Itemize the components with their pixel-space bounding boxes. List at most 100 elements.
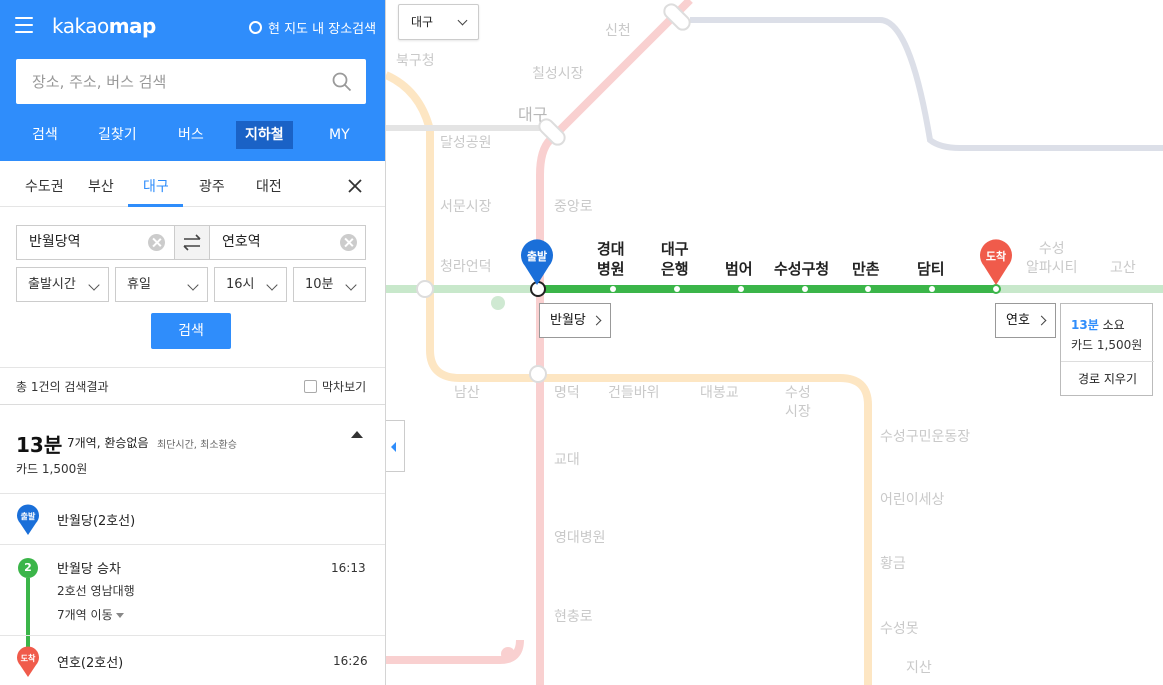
map-station-label: 수성구민운동장 [880,429,971,445]
subway-lines [386,0,1163,685]
end-pin-icon: 도착 [17,646,39,677]
region-tab-gwangju[interactable]: 광주 [199,176,225,196]
active-tab-indicator [128,204,183,207]
map-station-label: 황금 [880,556,906,572]
chevron-right-icon [1036,315,1047,326]
region-tab-daegu[interactable]: 대구 [143,176,169,196]
last-train-label: 막차보기 [322,380,367,394]
region-tab-daejeon[interactable]: 대전 [256,176,282,196]
search-input[interactable] [16,59,316,104]
route-station-label: 수성구청 [774,260,830,278]
start-station-button[interactable]: 반월당 [539,303,611,338]
map-station-label: 고산 [1110,260,1136,276]
chevron-down-icon [345,279,357,291]
subway-map[interactable]: 북구청 신천 칠성시장 대구 달성공원 서문시장 중앙로 청라언덕 수성 알파시… [386,0,1163,685]
sidebar-collapse-toggle[interactable] [386,420,405,472]
map-station-label: 대구 [518,105,548,124]
region-tab-busan[interactable]: 부산 [88,176,114,196]
route-station-label: 경대 병원 [597,240,625,278]
route-info-time: 13분 소요 [1071,318,1125,332]
collapse-icon[interactable] [351,431,363,438]
end-station: 연호(2호선) [57,656,124,671]
map-station-label: 현충로 [554,609,593,625]
local-search-toggle[interactable]: 현 지도 내 장소검색 [249,18,376,37]
map-region-select[interactable]: 대구 [398,4,479,40]
tab-subway[interactable]: 지하철 [236,121,293,149]
divider [0,493,385,494]
svg-text:도착: 도착 [986,249,1006,263]
board-station: 반월당 승차 [57,562,121,577]
clear-route-button[interactable]: 경로 지우기 [1061,362,1154,396]
result-count: 총 1건의 검색결과 [16,380,109,394]
line-direction: 2호선 영남대행 [57,584,135,598]
logo[interactable]: kakaomap [52,14,156,38]
search-icon[interactable] [332,72,352,92]
search-box [16,59,366,104]
tab-search[interactable]: 검색 [32,121,58,149]
map-station-label: 영대병원 [554,530,606,546]
route-station-label: 대구 은행 [661,240,689,278]
start-marker-icon: 출발 [521,239,553,285]
tab-my[interactable]: MY [329,121,350,149]
sidebar: kakaomap 현 지도 내 장소검색 검색 길찾기 버스 지하철 MY 수도… [0,0,386,685]
divider [0,367,385,368]
svg-text:출발: 출발 [21,511,36,521]
region-tab-capital[interactable]: 수도권 [25,176,64,196]
tab-bus[interactable]: 버스 [178,121,204,149]
swap-button[interactable] [174,225,210,260]
route-line-bar [26,578,30,648]
minute-select[interactable]: 10분 [293,267,366,302]
result-description: 7개역, 환승없음 [67,436,149,450]
map-station-label: 칠성시장 [532,66,584,82]
chevron-down-icon [457,15,468,26]
last-train-checkbox[interactable]: 막차보기 [304,378,366,395]
svg-text:출발: 출발 [527,249,547,263]
stops-toggle[interactable]: 7개역 이동 [57,606,125,623]
header: kakaomap 현 지도 내 장소검색 검색 길찾기 버스 지하철 MY [0,0,385,161]
divider [0,544,385,545]
map-station-label: 어린이세상 [880,492,945,508]
start-pin-icon: 출발 [17,504,39,535]
route-search-button[interactable]: 검색 [151,313,231,349]
divider [0,404,385,405]
tab-directions[interactable]: 길찾기 [98,121,137,149]
chevron-down-icon [266,279,278,291]
end-time: 16:26 [333,654,368,668]
result-tags: 최단시간, 최소환승 [157,440,237,451]
station-inputs: 반월당역 연호역 [16,225,366,260]
map-station-label: 수성못 [880,621,919,637]
route-info-fare: 카드 1,500원 [1071,338,1143,352]
result-fare: 카드 1,500원 [16,462,88,476]
checkbox-icon [304,380,317,393]
close-icon[interactable] [347,178,363,194]
menu-icon[interactable] [15,17,33,33]
hour-select[interactable]: 16시 [214,267,287,302]
map-station-label: 수성 시장 [785,385,811,420]
time-type-select[interactable]: 출발시간 [16,267,109,302]
map-station-label: 건들바위 [608,385,660,401]
map-station-label: 수성 알파시티 [1026,241,1078,276]
map-station-label: 남산 [454,385,480,401]
clear-destination-icon[interactable] [340,234,357,251]
map-station-label: 교대 [554,452,580,468]
line-2-badge: 2 [18,558,38,578]
route-station-label: 만촌 [852,260,880,278]
radio-icon [249,21,262,34]
divider [0,635,385,636]
svg-text:도착: 도착 [21,653,36,663]
swap-icon [183,234,201,251]
end-station-button[interactable]: 연호 [995,303,1056,338]
day-select[interactable]: 휴일 [115,267,208,302]
caret-down-icon [116,613,125,618]
chevron-down-icon [187,279,199,291]
map-station-label: 달성공원 [440,135,492,151]
nav-tabs: 검색 길찾기 버스 지하철 MY [0,118,385,150]
chevron-down-icon [88,279,100,291]
chevron-right-icon [591,315,602,326]
route-station-label: 담티 [917,260,945,278]
route-info-box: 13분 소요 카드 1,500원 경로 지우기 [1060,303,1154,396]
region-tabs: 수도권 부산 대구 광주 대전 [0,161,385,207]
clear-origin-icon[interactable] [148,234,165,251]
map-station-label: 북구청 [396,53,435,69]
map-station-label: 명덕 [554,385,580,401]
